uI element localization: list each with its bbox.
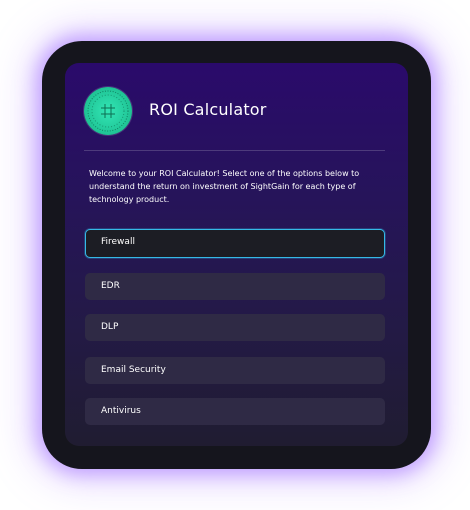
header: ROI Calculator — [65, 63, 408, 150]
option-label: Email Security — [101, 365, 166, 375]
option-antivirus[interactable]: Antivirus — [85, 398, 385, 425]
app-frame: ROI Calculator Welcome to your ROI Calcu… — [42, 41, 431, 469]
option-label: Firewall — [101, 237, 135, 247]
option-label: EDR — [101, 281, 120, 291]
sightgain-logo-icon — [84, 87, 132, 135]
option-firewall[interactable]: Firewall — [85, 229, 385, 258]
page-title: ROI Calculator — [149, 100, 267, 119]
header-divider — [84, 150, 385, 151]
option-dlp[interactable]: DLP — [85, 314, 385, 341]
option-label: DLP — [101, 322, 119, 332]
intro-text: Welcome to your ROI Calculator! Select o… — [89, 169, 360, 204]
option-edr[interactable]: EDR — [85, 273, 385, 300]
option-label: Antivirus — [101, 406, 141, 416]
option-list: Firewall EDR DLP Email Security Antiviru… — [85, 229, 385, 425]
roi-calculator-panel: ROI Calculator Welcome to your ROI Calcu… — [65, 63, 408, 446]
option-email-security[interactable]: Email Security — [85, 357, 385, 384]
logo-mark — [87, 90, 129, 132]
